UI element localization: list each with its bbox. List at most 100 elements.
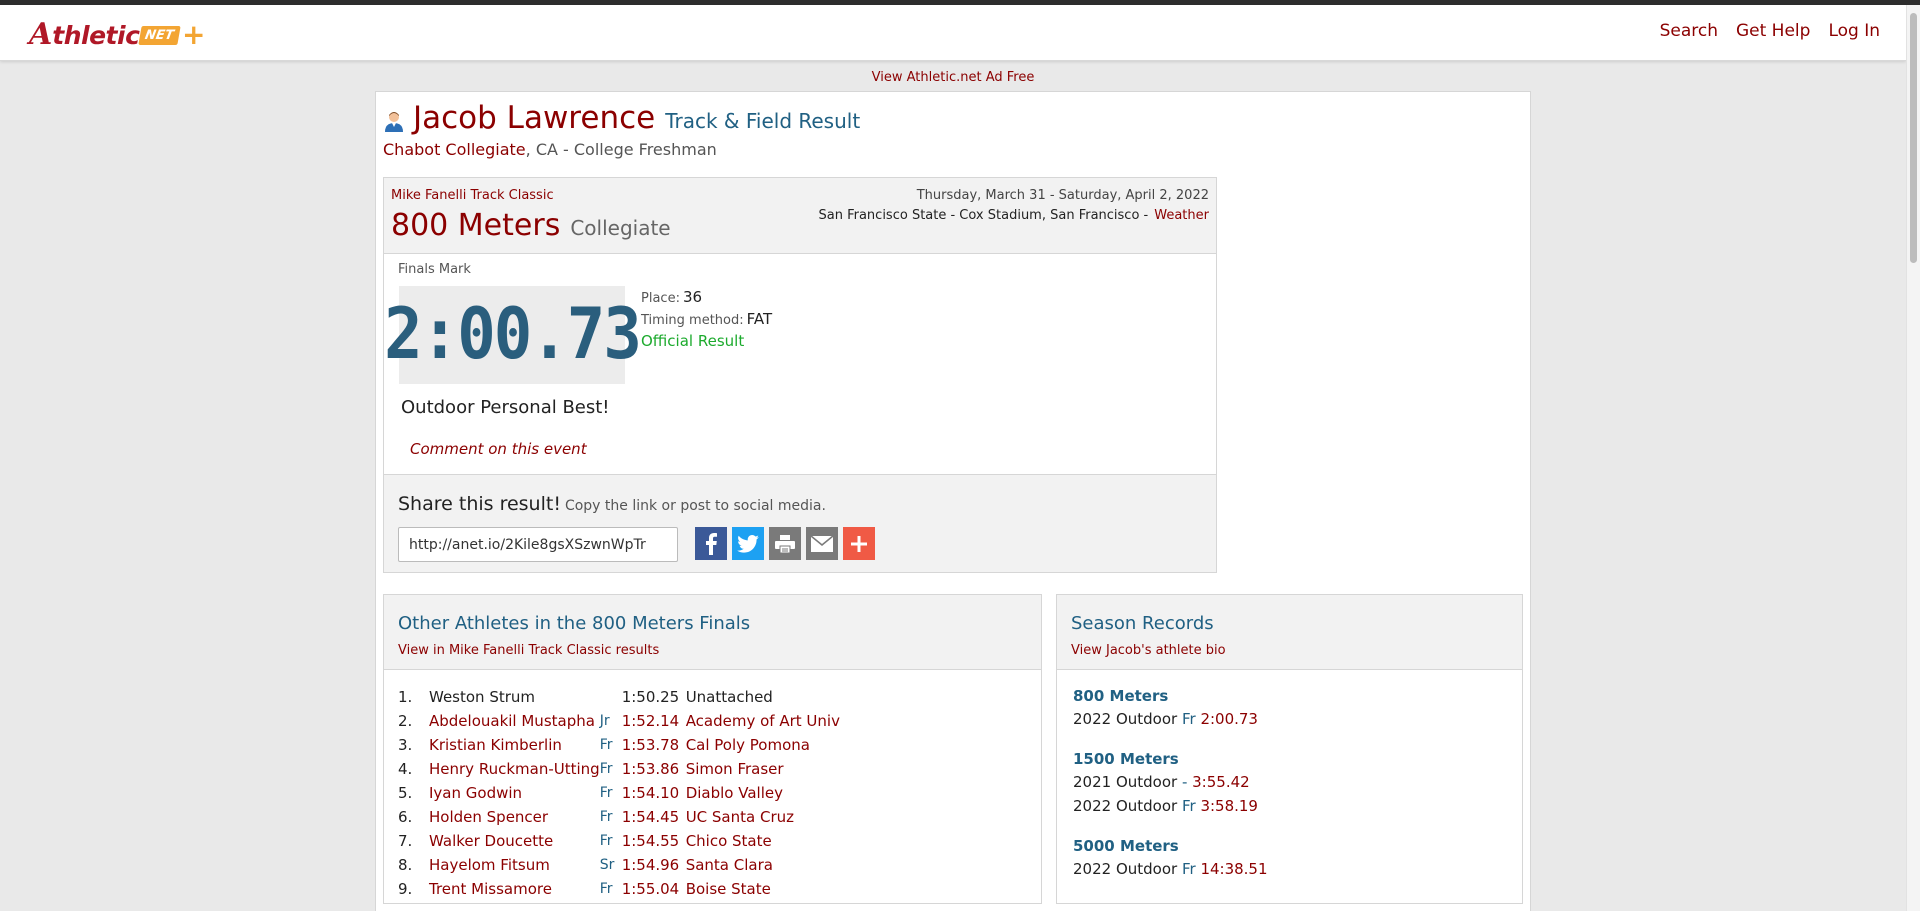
twitter-icon[interactable] [732, 527, 764, 560]
row-time[interactable]: 1:54.10 [622, 781, 686, 805]
row-time[interactable]: 1:54.96 [622, 853, 686, 877]
table-row: 1. Weston Strum 1:50.25 Unattached [398, 685, 840, 709]
record-time[interactable]: 3:55.42 [1192, 773, 1250, 791]
record-grade: Fr [1181, 710, 1201, 728]
record-grade: Fr [1181, 797, 1201, 815]
row-time[interactable]: 1:53.86 [622, 757, 686, 781]
row-place: 6. [398, 808, 413, 826]
row-athlete-name[interactable]: Walker Doucette [429, 829, 600, 853]
share-subtitle: Copy the link or post to social media. [564, 498, 826, 514]
table-row: 5. Iyan Godwin Fr 1:54.10 Diablo Valley [398, 781, 840, 805]
row-athlete-name[interactable]: Abdelouakil Mustapha [429, 709, 600, 733]
ad-free-link[interactable]: View Athletic.net Ad Free [872, 70, 1035, 85]
row-school[interactable]: Chico State [686, 829, 840, 853]
meet-date: Thursday, March 31 - Saturday, April 2, … [916, 188, 1209, 203]
email-icon[interactable] [806, 527, 838, 560]
mark-details: Place: 36 Timing method: FAT Official Resu… [641, 287, 772, 351]
school-line: Chabot Collegiate, CA - College Freshman [383, 140, 860, 159]
page-scrollbar[interactable] [1906, 5, 1920, 911]
record-time[interactable]: 3:58.19 [1200, 797, 1258, 815]
row-athlete-name[interactable]: Trent Missamore [429, 877, 600, 901]
timing-label: Timing method: [641, 313, 744, 328]
scrollbar-thumb[interactable] [1910, 13, 1917, 263]
athlete-bio-link[interactable]: View Jacob's athlete bio [1071, 643, 1226, 658]
row-place: 1. [398, 688, 413, 706]
row-time[interactable]: 1:54.45 [622, 805, 686, 829]
row-athlete-name[interactable]: Iyan Godwin [429, 781, 600, 805]
official-result-badge: Official Result [641, 332, 745, 350]
row-time: 1:50.25 [621, 688, 680, 706]
table-row: 6. Holden Spencer Fr 1:54.45 UC Santa Cruz [398, 805, 840, 829]
result-type-title: Track & Field Result [665, 109, 861, 133]
logo-net-badge: NET [138, 25, 181, 45]
row-grade: Fr [599, 833, 613, 849]
row-place: 3. [398, 736, 413, 754]
logo-wordmark: thletic [52, 20, 140, 50]
row-school[interactable]: Simon Fraser [686, 757, 840, 781]
row-school[interactable]: Diablo Valley [686, 781, 840, 805]
comment-link[interactable]: Comment on this event [410, 440, 587, 458]
record-event-name[interactable]: 1500 Meters [1073, 748, 1268, 770]
row-place: 2. [398, 712, 413, 730]
row-grade: Fr [599, 737, 613, 753]
season-records-list: 800 Meters 2022 Outdoor Fr 2:00.73 1500 Me… [1073, 685, 1268, 898]
athlete-avatar-icon [385, 112, 403, 132]
add-icon[interactable] [843, 527, 875, 560]
row-school[interactable]: Academy of Art Univ [686, 709, 840, 733]
nav-links: Search Get Help Log In [1660, 21, 1880, 41]
nav-get-help-link[interactable]: Get Help [1736, 21, 1810, 41]
record-time[interactable]: 2:00.73 [1200, 710, 1258, 728]
row-athlete-name: Weston Strum [429, 688, 536, 706]
record-row: 2022 Outdoor Fr 14:38.51 [1073, 857, 1268, 881]
other-athletes-header: Other Athletes in the 800 Meters Finals … [384, 595, 1041, 670]
row-athlete-name[interactable]: Hayelom Fitsum [429, 853, 600, 877]
timing-value: FAT [746, 310, 773, 328]
row-time[interactable]: 1:52.14 [622, 709, 686, 733]
record-event-name[interactable]: 5000 Meters [1073, 835, 1268, 857]
table-row: 2. Abdelouakil Mustapha Jr 1:52.14 Academy o… [398, 709, 840, 733]
result-card-body: Finals Mark 2:00.73 Place: 36 Timing meth… [384, 254, 1216, 474]
row-school[interactable]: Santa Clara [686, 853, 840, 877]
mark-value: 2:00.73 [384, 294, 642, 376]
athlete-header: Jacob Lawrence Track & Field Result Chab… [383, 100, 860, 159]
other-athletes-panel: Other Athletes in the 800 Meters Finals … [383, 594, 1042, 904]
record-season: 2022 Outdoor [1073, 710, 1182, 728]
row-time[interactable]: 1:54.55 [622, 829, 686, 853]
row-grade: Sr [599, 857, 615, 873]
row-time[interactable]: 1:55.04 [622, 877, 686, 901]
school-link[interactable]: Chabot Collegiate [383, 140, 526, 159]
record-season: 2022 Outdoor [1073, 860, 1182, 878]
row-athlete-name[interactable]: Holden Spencer [429, 805, 600, 829]
row-school[interactable]: UC Santa Cruz [686, 805, 840, 829]
athletic-net-logo[interactable]: Athletic NET + [29, 18, 206, 52]
record-grade: Fr [1181, 860, 1201, 878]
finals-mark-label: Finals Mark [398, 262, 471, 277]
record-event-name[interactable]: 800 Meters [1073, 685, 1268, 707]
record-group: 5000 Meters 2022 Outdoor Fr 14:38.51 [1073, 835, 1268, 881]
row-athlete-name[interactable]: Henry Ruckman-Utting [429, 757, 600, 781]
row-school[interactable]: Boise State [686, 877, 840, 901]
share-url-input[interactable] [398, 527, 678, 562]
nav-search-link[interactable]: Search [1660, 21, 1718, 41]
table-row: 3. Kristian Kimberlin Fr 1:53.78 Cal Poly Po… [398, 733, 840, 757]
record-group: 1500 Meters 2021 Outdoor - 3:55.42 2022 Ou… [1073, 748, 1268, 818]
record-season: 2022 Outdoor [1073, 797, 1182, 815]
meet-location: San Francisco State - Cox Stadium, San F… [819, 208, 1210, 223]
meet-location-text: San Francisco State - Cox Stadium, San F… [818, 208, 1149, 223]
row-time[interactable]: 1:53.78 [622, 733, 686, 757]
meet-name-link[interactable]: Mike Fanelli Track Classic [391, 188, 554, 203]
navbar: Athletic NET + Search Get Help Log In [0, 5, 1906, 61]
row-place: 9. [398, 880, 413, 898]
weather-link[interactable]: Weather [1154, 208, 1209, 223]
place-value: 36 [682, 288, 703, 306]
print-icon[interactable] [769, 527, 801, 560]
share-section: Share this result! Copy the link or post … [384, 474, 1216, 572]
main-content: Jacob Lawrence Track & Field Result Chab… [375, 91, 1531, 911]
facebook-icon[interactable] [695, 527, 727, 560]
row-athlete-name[interactable]: Kristian Kimberlin [429, 733, 600, 757]
row-place: 8. [398, 856, 413, 874]
record-time[interactable]: 14:38.51 [1200, 860, 1267, 878]
view-meet-results-link[interactable]: View in Mike Fanelli Track Classic resul… [398, 643, 659, 658]
nav-log-in-link[interactable]: Log In [1828, 21, 1880, 41]
row-school[interactable]: Cal Poly Pomona [686, 733, 840, 757]
